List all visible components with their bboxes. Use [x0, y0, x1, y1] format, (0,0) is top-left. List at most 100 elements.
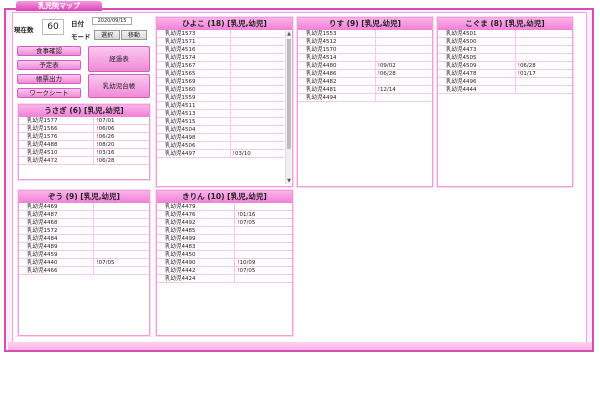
- room-panel-koguma[interactable]: こぐま (8) [乳児,幼児] 乳幼児4501 乳幼児4500 乳幼児4473 乳幼児…: [437, 17, 573, 187]
- room-list: 乳幼児1577 !07/01 乳幼児1566 !06/06 乳幼児1576 !06/26 乳…: [19, 117, 149, 165]
- child-row[interactable]: 乳幼児1573: [157, 30, 284, 38]
- child-row[interactable]: 乳幼児4504: [157, 126, 284, 134]
- child-row[interactable]: 乳幼児4514: [298, 54, 432, 62]
- child-row[interactable]: 乳幼児4469: [19, 203, 149, 211]
- progress-chart-button[interactable]: 経過表: [88, 46, 150, 72]
- room-list: 乳幼児1553 乳幼児4512 乳幼児1570 乳幼児4514 乳幼児4480 !09/0…: [298, 30, 432, 102]
- child-row[interactable]: 乳幼児4485: [157, 227, 292, 235]
- room-panel-risu[interactable]: りす (9) [乳児,幼児] 乳幼児1553 乳幼児4512 乳幼児1570 乳幼児4…: [297, 17, 433, 187]
- child-row[interactable]: 乳幼児4424: [157, 275, 292, 283]
- child-row[interactable]: 乳幼児4484: [19, 235, 149, 243]
- child-row[interactable]: 乳幼児1570: [298, 46, 432, 54]
- child-name: 乳幼児4486: [298, 70, 376, 77]
- worksheet-button[interactable]: ワークシート: [17, 88, 81, 98]
- child-row[interactable]: 乳幼児4512: [298, 38, 432, 46]
- child-row[interactable]: 乳幼児4444: [438, 86, 572, 94]
- child-note-cell: [231, 134, 284, 141]
- child-name: 乳幼児4513: [157, 110, 231, 117]
- child-row[interactable]: 乳幼児4510 !03/16: [19, 149, 149, 157]
- child-row[interactable]: 乳幼児1559: [157, 94, 284, 102]
- child-name: 乳幼児4466: [19, 267, 95, 274]
- scroll-thumb[interactable]: [287, 39, 291, 149]
- child-date: 06/28: [379, 71, 396, 77]
- child-name: 乳幼児4514: [298, 54, 376, 61]
- child-row[interactable]: 乳幼児4488 !08/20: [19, 141, 149, 149]
- child-name: 乳幼児4473: [438, 46, 516, 53]
- room-panel-zou[interactable]: ぞう (9) [乳児,幼児] 乳幼児4469 乳幼児4487 乳幼児4468 乳幼児1…: [18, 190, 150, 336]
- child-row[interactable]: 乳幼児4492 !07/05: [157, 219, 292, 227]
- mode-select-button[interactable]: 選択: [94, 30, 120, 40]
- child-row[interactable]: 乳幼児1560: [157, 86, 284, 94]
- mode-move-button[interactable]: 移動: [121, 30, 147, 40]
- child-row[interactable]: 乳幼児4482: [298, 78, 432, 86]
- child-row[interactable]: 乳幼児4468: [19, 219, 149, 227]
- child-row[interactable]: 乳幼児4466: [19, 267, 149, 275]
- child-row[interactable]: 乳幼児1577 !07/01: [19, 117, 149, 125]
- room-panel-kirin[interactable]: きりん (10) [乳児,幼児] 乳幼児4479 乳幼児4476 !01/16 乳幼児…: [156, 190, 293, 336]
- child-row[interactable]: 乳幼児4472 !06/28: [19, 157, 149, 165]
- child-row[interactable]: 乳幼児4450: [157, 251, 292, 259]
- child-row[interactable]: 乳幼児1567: [157, 62, 284, 70]
- child-row[interactable]: 乳幼児4459: [19, 251, 149, 259]
- child-date: 09/02: [379, 63, 396, 69]
- date-field[interactable]: 2020/09/15: [92, 17, 132, 25]
- scroll-down-icon[interactable]: ▼: [286, 178, 292, 184]
- child-row[interactable]: 乳幼児1574: [157, 54, 284, 62]
- room-panel-hiyoko[interactable]: ひよこ (18) [乳児,幼児] 乳幼児1573 乳幼児1571 乳幼児4516 乳幼…: [156, 17, 293, 187]
- child-row[interactable]: 乳幼児1569: [157, 78, 284, 86]
- child-row[interactable]: 乳幼児4515: [157, 118, 284, 126]
- child-row[interactable]: 乳幼児1565: [157, 70, 284, 78]
- child-row[interactable]: 乳幼児4516: [157, 46, 284, 54]
- child-row[interactable]: 乳幼児4479: [157, 203, 292, 211]
- child-note-cell: [231, 142, 284, 149]
- forms-output-button[interactable]: 帳票出力: [17, 74, 81, 84]
- child-row[interactable]: 乳幼児1576 !06/26: [19, 133, 149, 141]
- scrollbar[interactable]: ▲ ▼: [285, 31, 291, 184]
- child-note-cell: [516, 46, 572, 53]
- child-row[interactable]: 乳幼児4513: [157, 110, 284, 118]
- child-row[interactable]: 乳幼児4442 !07/05: [157, 267, 292, 275]
- schedule-button[interactable]: 予定表: [17, 60, 81, 70]
- child-row[interactable]: 乳幼児1571: [157, 38, 284, 46]
- child-note-cell: !03/10: [231, 150, 284, 157]
- scroll-up-icon[interactable]: ▲: [286, 31, 292, 37]
- child-row[interactable]: 乳幼児4487: [19, 211, 149, 219]
- child-name: 乳幼児4516: [157, 46, 231, 53]
- child-row[interactable]: 乳幼児4481 !12/14: [298, 86, 432, 94]
- child-row[interactable]: 乳幼児4511: [157, 102, 284, 110]
- room-panel-usagi[interactable]: うさぎ (6) [乳児,幼児] 乳幼児1577 !07/01 乳幼児1566 !06/…: [18, 104, 150, 180]
- child-note-cell: [231, 46, 284, 53]
- child-note-cell: !06/28: [94, 157, 149, 164]
- child-note-cell: !07/05: [235, 219, 292, 226]
- child-row[interactable]: 乳幼児4496: [438, 78, 572, 86]
- child-register-button[interactable]: 乳幼児台帳: [88, 74, 150, 98]
- child-row[interactable]: 乳幼児4486 !06/28: [298, 70, 432, 78]
- meal-check-button[interactable]: 食事確認: [17, 46, 81, 56]
- child-row[interactable]: 乳幼児4473: [438, 46, 572, 54]
- child-row[interactable]: 乳幼児1553: [298, 30, 432, 38]
- child-row[interactable]: 乳幼児4505: [438, 54, 572, 62]
- child-row[interactable]: 乳幼児4500: [438, 38, 572, 46]
- child-row[interactable]: 乳幼児1566 !06/06: [19, 125, 149, 133]
- child-row[interactable]: 乳幼児4440 !07/05: [19, 259, 149, 267]
- child-row[interactable]: 乳幼児4489: [19, 243, 149, 251]
- child-row[interactable]: 乳幼児4499: [157, 235, 292, 243]
- child-note-cell: [376, 94, 432, 101]
- child-row[interactable]: 乳幼児4483: [157, 243, 292, 251]
- child-note-cell: [94, 219, 149, 226]
- child-row[interactable]: 乳幼児4497 !03/10: [157, 150, 284, 158]
- child-row[interactable]: 乳幼児4476 !01/16: [157, 211, 292, 219]
- child-row[interactable]: 乳幼児4480 !09/02: [298, 62, 432, 70]
- child-row[interactable]: 乳幼児1572: [19, 227, 149, 235]
- child-name: 乳幼児1566: [19, 125, 95, 132]
- child-note-cell: [94, 227, 149, 234]
- child-row[interactable]: 乳幼児4490 !10/09: [157, 259, 292, 267]
- child-row[interactable]: 乳幼児4506: [157, 142, 284, 150]
- child-note-cell: [94, 267, 149, 274]
- child-row[interactable]: 乳幼児4494: [298, 94, 432, 102]
- child-date: 03/10: [234, 151, 251, 157]
- child-row[interactable]: 乳幼児4478 !01/17: [438, 70, 572, 78]
- child-row[interactable]: 乳幼児4501: [438, 30, 572, 38]
- child-row[interactable]: 乳幼児4498: [157, 134, 284, 142]
- child-row[interactable]: 乳幼児4509 !06/28: [438, 62, 572, 70]
